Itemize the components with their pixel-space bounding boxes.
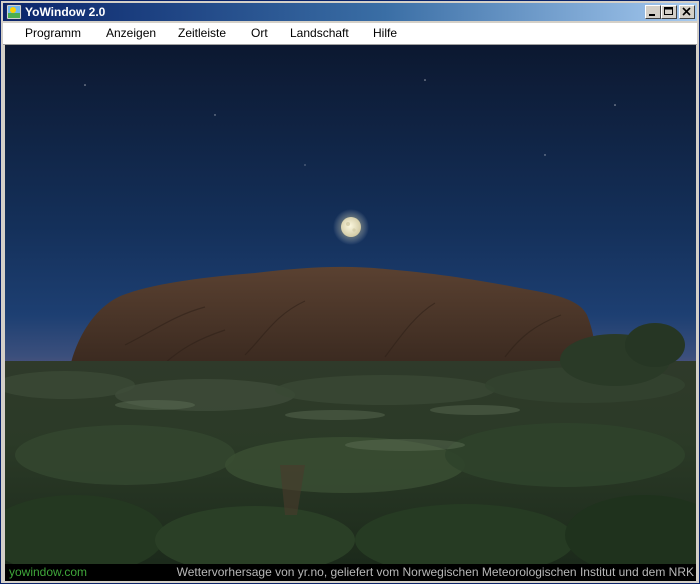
yowindow-app-icon[interactable] — [6, 4, 22, 20]
weather-landscape-view[interactable] — [5, 45, 696, 564]
menu-hilfe[interactable]: Hilfe — [369, 23, 401, 44]
close-icon — [682, 7, 691, 16]
app-window: YoWindow 2.0 Programm Anzeigen Zeitleist… — [0, 0, 700, 584]
menu-landschaft[interactable]: Landschaft — [286, 23, 353, 44]
yowindow-website-link[interactable]: yowindow.com — [9, 564, 87, 581]
menu-bar: Programm Anzeigen Zeitleiste Ort Landsch… — [3, 23, 697, 45]
menu-programm[interactable]: Programm — [21, 23, 85, 44]
title-bar[interactable]: YoWindow 2.0 — [3, 3, 697, 21]
menu-ort[interactable]: Ort — [247, 23, 272, 44]
maximize-icon — [664, 7, 673, 15]
menu-anzeigen[interactable]: Anzeigen — [102, 23, 160, 44]
forecast-credit-text: Wettervorhersage von yr.no, geliefert vo… — [176, 565, 694, 579]
menu-zeitleiste[interactable]: Zeitleiste — [174, 23, 230, 44]
minimize-icon — [649, 14, 655, 16]
minimize-button[interactable] — [645, 5, 661, 19]
moon — [333, 209, 369, 245]
window-title: YoWindow 2.0 — [25, 5, 106, 19]
close-button[interactable] — [679, 5, 695, 19]
landscape-illustration — [5, 45, 696, 564]
maximize-button[interactable] — [661, 5, 677, 19]
status-bar: yowindow.com Wettervorhersage von yr.no,… — [5, 564, 696, 581]
